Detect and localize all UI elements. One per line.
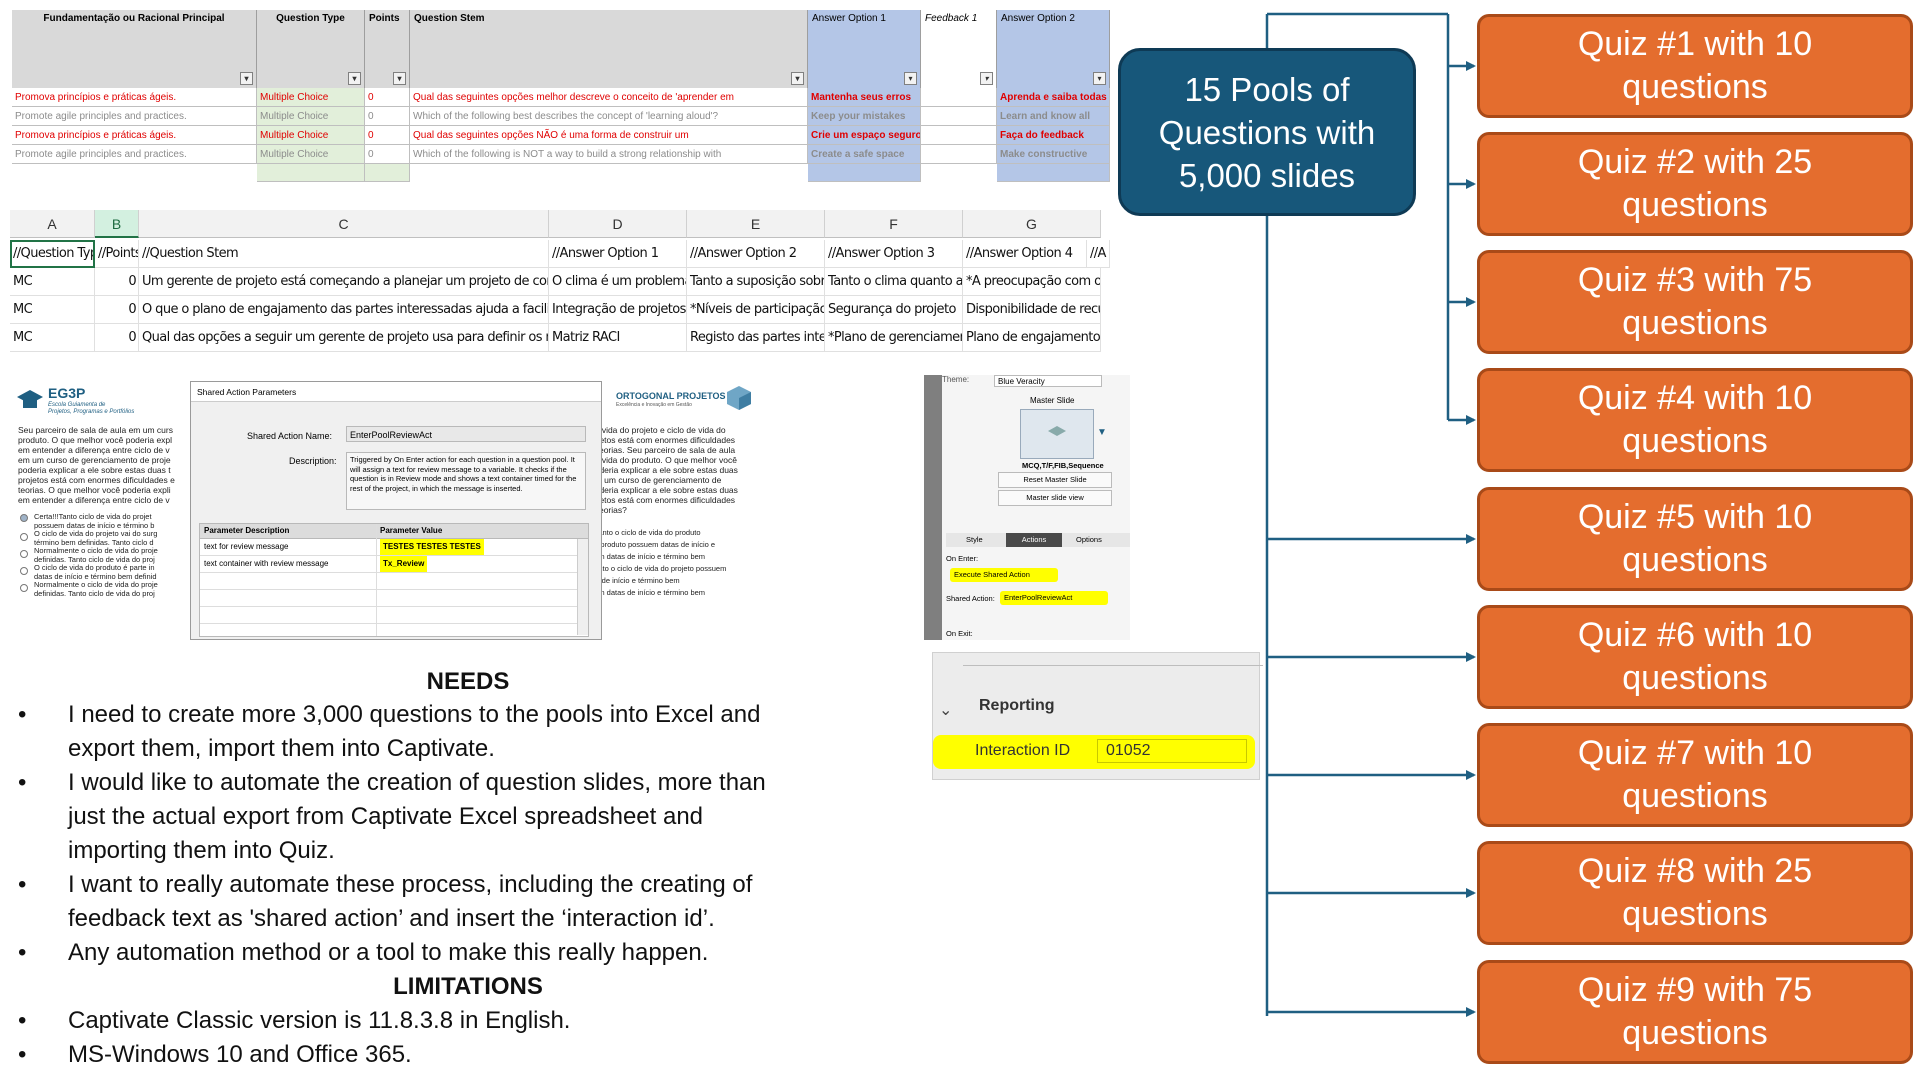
node-label: questions bbox=[1622, 422, 1768, 460]
node-label: Quiz #6 with 10 bbox=[1577, 616, 1813, 654]
quiz-node-7: Quiz #7 with 10 questions bbox=[1477, 723, 1913, 827]
node-label: Questions with bbox=[1158, 113, 1376, 151]
node-label: questions bbox=[1622, 659, 1768, 697]
node-label: Quiz #3 with 75 bbox=[1577, 261, 1813, 299]
node-label: Quiz #8 with 25 bbox=[1577, 852, 1813, 890]
quiz-node-5: Quiz #5 with 10 questions bbox=[1477, 487, 1913, 591]
node-label: questions bbox=[1622, 68, 1768, 106]
node-label: 5,000 slides bbox=[1178, 156, 1356, 194]
node-label: 15 Pools of bbox=[1184, 70, 1350, 108]
node-label: Quiz #7 with 10 bbox=[1577, 734, 1813, 772]
quiz-node-9: Quiz #9 with 75 questions bbox=[1477, 960, 1913, 1064]
quiz-node-3: Quiz #3 with 75 questions bbox=[1477, 250, 1913, 354]
quiz-node-4: Quiz #4 with 10 questions bbox=[1477, 368, 1913, 472]
node-label: Quiz #1 with 10 bbox=[1577, 25, 1813, 63]
node-label: questions bbox=[1622, 895, 1768, 933]
node-label: questions bbox=[1622, 777, 1768, 815]
node-label: Quiz #4 with 10 bbox=[1577, 379, 1813, 417]
quiz-node-6: Quiz #6 with 10 questions bbox=[1477, 605, 1913, 709]
quiz-node-1: Quiz #1 with 10 questions bbox=[1477, 14, 1913, 118]
node-label: Quiz #9 with 75 bbox=[1577, 971, 1813, 1009]
node-label: questions bbox=[1622, 1014, 1768, 1052]
node-label: Quiz #5 with 10 bbox=[1577, 498, 1813, 536]
question-pools-node: 15 Pools of Questions with 5,000 slides bbox=[1118, 48, 1416, 216]
node-label: questions bbox=[1622, 186, 1768, 224]
node-label: Quiz #2 with 25 bbox=[1577, 143, 1813, 181]
quiz-node-2: Quiz #2 with 25 questions bbox=[1477, 132, 1913, 236]
node-label: questions bbox=[1622, 541, 1768, 579]
node-label: questions bbox=[1622, 304, 1768, 342]
quiz-node-8: Quiz #8 with 25 questions bbox=[1477, 841, 1913, 945]
